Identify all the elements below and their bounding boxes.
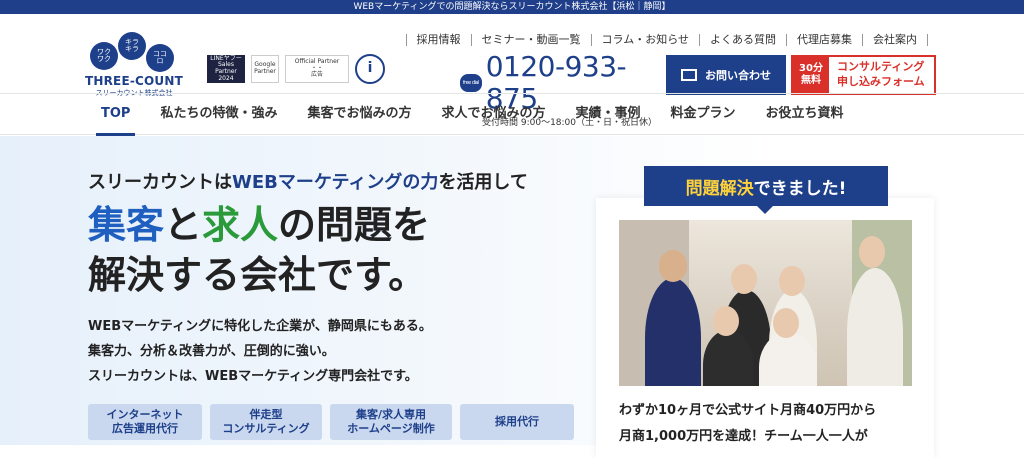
service-tag-line: コンサルティング	[222, 422, 310, 435]
free-dial-icon: free dial	[460, 74, 482, 92]
main-nav-top[interactable]: TOP	[86, 93, 145, 136]
hero-description-line: WEBマーケティングに特化した企業が、静岡県にもある。	[88, 319, 432, 334]
utility-nav-company[interactable]: 会社案内	[862, 34, 928, 46]
free-consultation-button[interactable]: 30分 無料 コンサルティング 申し込みフォーム	[791, 55, 936, 95]
service-tag-line: ホームページ制作	[347, 422, 435, 435]
service-tags: インターネット 広告運用代行 伴走型 コンサルティング 集客/求人専用 ホームページ制…	[88, 404, 574, 440]
service-tag-consulting[interactable]: 伴走型 コンサルティング	[210, 404, 322, 440]
success-story-line: わずか10ヶ月で公式サイト月商40万円から	[619, 403, 877, 418]
service-tag-ad-operation[interactable]: インターネット 広告運用代行	[88, 404, 202, 440]
free-badge: 30分 無料	[793, 57, 829, 93]
hero-lead-a: スリーカウントは	[88, 172, 232, 193]
top-announcement-bar: WEBマーケティングでの問題解決ならスリーカウント株式会社【浜松｜静岡】	[0, 0, 1024, 14]
hero-description-line: スリーカウントは、WEBマーケティング専門会社です。	[88, 369, 418, 384]
partner-badges: LINEヤフー Sales Partner 2024 Google Partne…	[207, 54, 385, 84]
person-2-head	[731, 264, 757, 294]
main-nav-recruitment[interactable]: 求人でお悩みの方	[426, 93, 560, 135]
company-logo[interactable]: ワク ワク キラ キラ ココ ロ THREE-COUNT スリーカウント株式会社	[84, 32, 184, 98]
hero-title-customers: 集客	[88, 203, 165, 247]
hero-title-and: と	[164, 203, 203, 247]
hero-title-recruitment: 求人	[202, 203, 279, 247]
service-tag-recruiting[interactable]: 採用代行	[460, 404, 574, 440]
success-story-title: 問題解決 できました!	[644, 166, 888, 214]
service-tag-line: 集客/求人専用	[355, 407, 427, 421]
person-4-head	[713, 306, 739, 336]
success-story-text: わずか10ヶ月で公式サイト月商40万円から 月商1,000万円を達成！チーム一人…	[619, 398, 876, 450]
info-certification-icon: i	[355, 54, 385, 84]
hero-section: スリーカウントはWEBマーケティングの力を活用して 集客と求人の問題を 解決する…	[0, 136, 1024, 458]
consultation-label-line1: コンサルティング	[837, 60, 925, 74]
service-tag-line: 伴走型	[249, 407, 283, 421]
hero-title-line2: 解決する会社です。	[88, 253, 427, 297]
main-nav-features[interactable]: 私たちの特徴・強み	[145, 93, 292, 135]
contact-button-label: お問い合わせ	[705, 69, 771, 82]
utility-nav-seminar[interactable]: セミナー・動画一覧	[470, 34, 591, 46]
logo-bubble-2: キラ キラ	[118, 32, 146, 60]
person-6-head	[859, 236, 885, 268]
main-nav-pricing[interactable]: 料金プラン	[656, 93, 751, 135]
person-5-head	[773, 308, 799, 338]
utility-nav-column[interactable]: コラム・お知らせ	[590, 34, 699, 46]
consultation-label-line2: 申し込みフォーム	[837, 75, 925, 88]
utility-nav-agency[interactable]: 代理店募集	[786, 34, 862, 46]
success-title-rest: できました!	[753, 178, 847, 199]
service-tag-line: インターネット	[106, 407, 184, 421]
main-nav-case-studies[interactable]: 実績・事例	[561, 93, 656, 135]
main-nav-customer-acquisition[interactable]: 集客でお悩みの方	[292, 93, 426, 135]
service-tag-website[interactable]: 集客/求人専用 ホームページ制作	[330, 404, 452, 440]
contact-button[interactable]: お問い合わせ	[666, 55, 786, 95]
utility-nav: 採用情報 セミナー・動画一覧 コラム・お知らせ よくある質問 代理店募集 会社案…	[405, 34, 928, 46]
hero-lead-highlight: WEBマーケティングの力	[232, 172, 439, 193]
line-yahoo-partner-badge: LINEヤフー Sales Partner 2024	[207, 55, 245, 83]
logo-brand-text: THREE-COUNT	[84, 74, 184, 88]
envelope-icon	[681, 69, 697, 81]
hero-description: WEBマーケティングに特化した企業が、静岡県にもある。 集客力、分析＆改善力が、…	[88, 314, 432, 389]
top-announcement-text: WEBマーケティングでの問題解決ならスリーカウント株式会社【浜松｜静岡】	[353, 2, 671, 12]
person-1-head	[659, 250, 687, 282]
consultation-label: コンサルティング 申し込みフォーム	[829, 57, 934, 93]
person-3-head	[779, 266, 805, 296]
person-6	[847, 268, 903, 386]
site-header: ワク ワク キラ キラ ココ ロ THREE-COUNT スリーカウント株式会社…	[0, 14, 1024, 128]
person-1	[645, 278, 701, 386]
success-title-highlight: 問題解決	[685, 178, 754, 199]
hero-title-rest: の問題を	[278, 203, 431, 247]
team-photo	[619, 220, 912, 386]
free-badge-top: 30分	[799, 63, 823, 74]
logo-bubble-3: ココ ロ	[146, 44, 174, 72]
main-nav: TOP 私たちの特徴・強み 集客でお悩みの方 求人でお悩みの方 実績・事例 料金…	[0, 93, 1024, 136]
logo-bubbles: ワク ワク キラ キラ ココ ロ	[84, 32, 184, 72]
utility-nav-recruit[interactable]: 採用情報	[405, 34, 471, 46]
hero-description-line: 集客力、分析＆改善力が、圧倒的に強い。	[88, 344, 335, 359]
logo-bubble-1: ワク ワク	[90, 42, 118, 70]
hero-lead-b: を活用して	[438, 172, 528, 193]
service-tag-line: 広告運用代行	[112, 422, 178, 435]
hero-title: 集客と求人の問題を 解決する会社です。	[88, 200, 430, 300]
free-badge-bottom: 無料	[801, 75, 821, 86]
service-tag-line: 採用代行	[495, 414, 539, 428]
hero-lead: スリーカウントはWEBマーケティングの力を活用して	[88, 168, 528, 194]
official-partner-badge: Official Partner ・・ 広告	[285, 55, 349, 83]
utility-nav-faq[interactable]: よくある質問	[699, 34, 786, 46]
success-story-line: 月商1,000万円を達成！チーム一人一人が	[619, 429, 868, 444]
google-partner-badge: Google Partner	[251, 55, 279, 83]
main-nav-resources[interactable]: お役立ち資料	[751, 93, 859, 135]
